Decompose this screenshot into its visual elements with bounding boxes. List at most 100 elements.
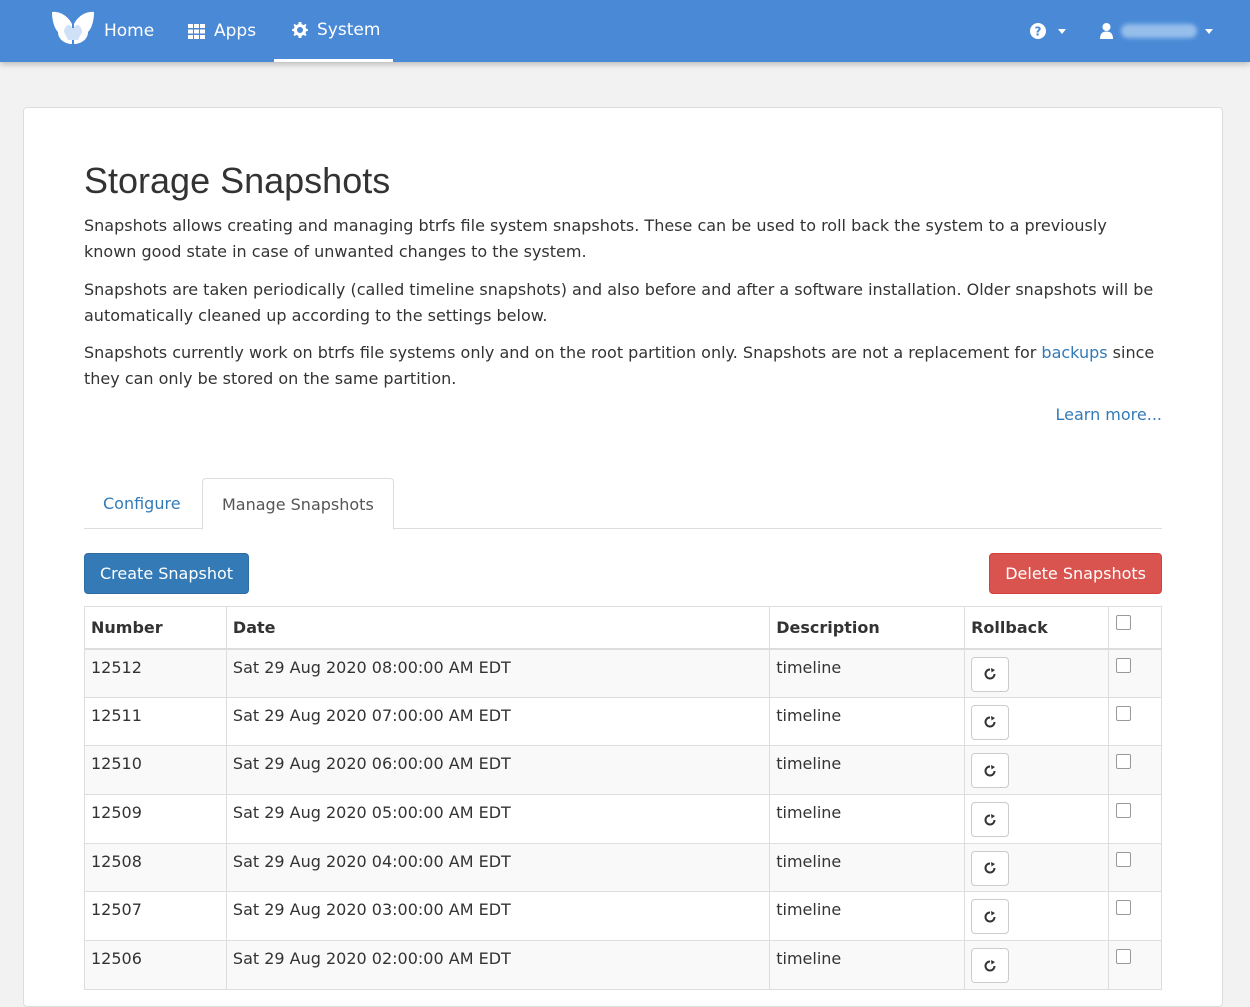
snapshot-number: 12509	[84, 794, 227, 844]
header-description: Description	[769, 606, 966, 650]
rollback-cell	[964, 794, 1109, 844]
select-cell	[1108, 648, 1162, 698]
snapshot-description: timeline	[769, 891, 966, 942]
refresh-icon	[984, 716, 996, 728]
nav-apps-label: Apps	[214, 21, 257, 41]
question-circle-icon: ?	[1030, 23, 1046, 39]
table-row: 12509 Sat 29 Aug 2020 05:00:00 AM EDT time…	[84, 794, 1162, 844]
tab-manage-snapshots[interactable]: Manage Snapshots	[202, 478, 394, 530]
refresh-icon	[984, 910, 996, 923]
nav-apps[interactable]: Apps	[188, 0, 256, 62]
snapshot-description: timeline	[769, 745, 966, 796]
select-cell	[1108, 940, 1162, 990]
table-header-row: Number Date Description Rollback	[84, 606, 1162, 650]
rollback-button[interactable]	[971, 899, 1010, 935]
row-select-checkbox[interactable]	[1116, 851, 1131, 867]
user-menu[interactable]	[1100, 0, 1213, 62]
snapshot-number: 12512	[84, 648, 227, 698]
nav-system-label: System	[317, 19, 381, 40]
snapshot-description: timeline	[769, 794, 966, 844]
rollback-button[interactable]	[971, 704, 1010, 740]
gear-icon	[292, 21, 308, 38]
user-icon	[1100, 23, 1113, 39]
rollback-cell	[964, 940, 1109, 990]
row-select-checkbox[interactable]	[1116, 803, 1131, 819]
table-row: 12511 Sat 29 Aug 2020 07:00:00 AM EDT time…	[84, 696, 1162, 747]
snapshot-number: 12507	[84, 891, 227, 942]
page-title: Storage Snapshots	[84, 160, 391, 201]
table-row: 12506 Sat 29 Aug 2020 02:00:00 AM EDT time…	[84, 940, 1162, 990]
select-all-checkbox[interactable]	[1116, 614, 1131, 630]
tab-configure[interactable]: Configure	[84, 478, 200, 529]
refresh-icon	[984, 764, 996, 777]
rollback-cell	[964, 891, 1109, 942]
snapshot-date: Sat 29 Aug 2020 05:00:00 AM EDT	[225, 794, 771, 844]
select-cell	[1108, 745, 1162, 796]
select-cell	[1108, 794, 1162, 844]
rollback-button[interactable]	[971, 802, 1010, 838]
description-paragraph-2: Snapshots are taken periodically (called…	[84, 280, 1154, 325]
rollback-button[interactable]	[971, 850, 1010, 886]
nav-home[interactable]: Home	[104, 0, 154, 62]
snapshot-date: Sat 29 Aug 2020 04:00:00 AM EDT	[225, 842, 771, 893]
select-cell	[1108, 842, 1162, 893]
para3-text-before: Snapshots currently work on btrfs file s…	[84, 343, 1042, 362]
refresh-icon	[984, 862, 996, 874]
row-select-checkbox[interactable]	[1116, 949, 1131, 965]
snapshot-description: timeline	[769, 940, 966, 990]
nav-system[interactable]: System	[274, 0, 393, 62]
row-select-checkbox[interactable]	[1116, 900, 1131, 916]
table-row: 12510 Sat 29 Aug 2020 06:00:00 AM EDT time…	[84, 745, 1162, 796]
svg-text:?: ?	[1035, 25, 1042, 39]
refresh-icon	[984, 813, 996, 826]
butterfly-logo-icon[interactable]	[50, 10, 96, 46]
snapshot-date: Sat 29 Aug 2020 06:00:00 AM EDT	[225, 745, 771, 796]
description-paragraph-1: Snapshots allows creating and managing b…	[84, 216, 1107, 261]
rollback-cell	[964, 745, 1109, 796]
rollback-cell	[964, 696, 1109, 747]
top-navbar: Home Apps System ?	[0, 0, 1250, 62]
select-cell	[1108, 891, 1162, 942]
snapshots-table: Number Date Description Rollback 12512 Sa…	[84, 606, 1162, 990]
snapshot-date: Sat 29 Aug 2020 07:00:00 AM EDT	[225, 696, 771, 747]
rollback-button[interactable]	[971, 753, 1010, 789]
rollback-button[interactable]	[971, 656, 1010, 692]
username-redacted	[1121, 24, 1197, 38]
header-date: Date	[225, 606, 771, 650]
description-paragraph-3: Snapshots currently work on btrfs file s…	[84, 340, 1162, 392]
snapshot-number: 12511	[84, 696, 227, 747]
help-menu[interactable]: ?	[1030, 0, 1066, 62]
refresh-icon	[984, 959, 996, 972]
header-number: Number	[84, 606, 227, 650]
chevron-down-icon	[1205, 28, 1213, 34]
tab-bar: Configure Manage Snapshots	[84, 478, 1162, 530]
snapshot-description: timeline	[769, 648, 966, 698]
snapshot-description: timeline	[769, 842, 966, 893]
snapshot-date: Sat 29 Aug 2020 08:00:00 AM EDT	[225, 648, 771, 698]
snapshot-date: Sat 29 Aug 2020 02:00:00 AM EDT	[225, 940, 771, 990]
rollback-cell	[964, 842, 1109, 893]
nav-home-label: Home	[104, 21, 155, 41]
row-select-checkbox[interactable]	[1116, 705, 1131, 721]
row-select-checkbox[interactable]	[1116, 657, 1131, 673]
content-card: Storage Snapshots Snapshots allows creat…	[23, 107, 1223, 1007]
chevron-down-icon	[1058, 28, 1066, 34]
table-row: 12512 Sat 29 Aug 2020 08:00:00 AM EDT time…	[84, 648, 1162, 698]
snapshot-number: 12506	[84, 940, 227, 990]
grid-icon	[188, 23, 205, 39]
table-row: 12508 Sat 29 Aug 2020 04:00:00 AM EDT time…	[84, 842, 1162, 893]
snapshot-description: timeline	[769, 696, 966, 747]
create-snapshot-button[interactable]: Create Snapshot	[84, 553, 250, 594]
header-rollback: Rollback	[964, 606, 1109, 650]
snapshot-date: Sat 29 Aug 2020 03:00:00 AM EDT	[225, 891, 771, 942]
snapshot-number: 12508	[84, 842, 227, 893]
delete-snapshots-button[interactable]: Delete Snapshots	[989, 553, 1162, 594]
header-select-all	[1108, 606, 1162, 650]
table-row: 12507 Sat 29 Aug 2020 03:00:00 AM EDT time…	[84, 891, 1162, 942]
snapshot-number: 12510	[84, 745, 227, 796]
refresh-icon	[984, 668, 996, 680]
row-select-checkbox[interactable]	[1116, 754, 1131, 770]
learn-more-link[interactable]: Learn more...	[1055, 405, 1162, 424]
backups-link[interactable]: backups	[1041, 343, 1107, 362]
rollback-cell	[964, 648, 1109, 698]
